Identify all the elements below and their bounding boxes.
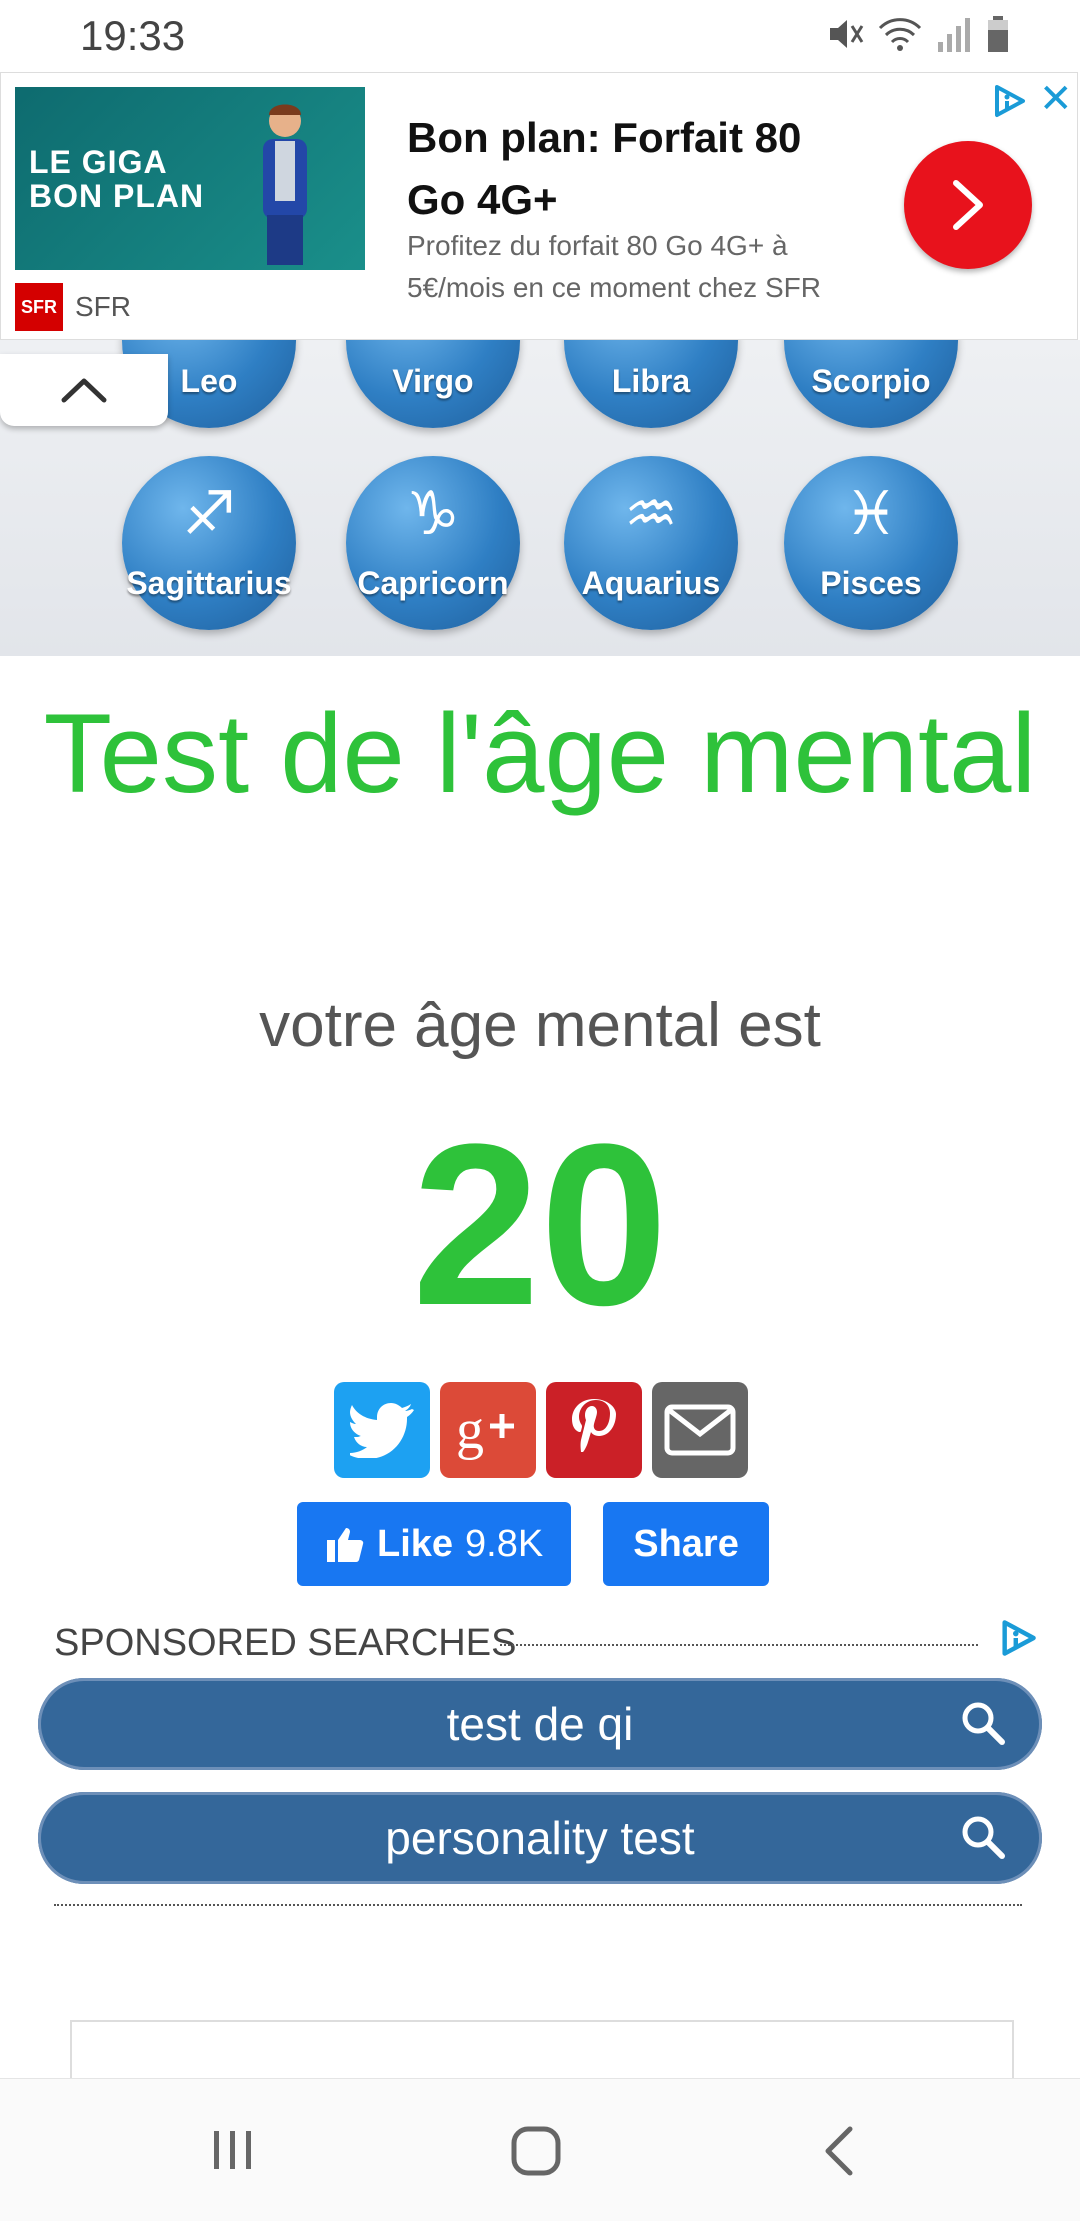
sponsored-search-label: personality test — [385, 1812, 695, 1864]
capricorn-icon: ♑ — [406, 480, 460, 547]
zodiac-label: Scorpio — [811, 363, 931, 399]
ad-banner[interactable]: LE GIGA BON PLAN SFR SFR Bon plan: Forfa… — [0, 72, 1078, 340]
google-plus-icon: g — [456, 1400, 514, 1460]
zodiac-sign-libra[interactable]: Libra — [564, 340, 738, 428]
mute-icon — [830, 20, 864, 48]
pinterest-share-button[interactable] — [546, 1382, 642, 1478]
page-title: Test de l'âge mental — [43, 691, 1037, 816]
adchoices-icon[interactable] — [998, 1618, 1038, 1658]
email-share-button[interactable] — [652, 1382, 748, 1478]
like-label: Like — [377, 1522, 454, 1565]
ad-brand-name: SFR — [75, 291, 131, 322]
ad-person-illustration — [263, 104, 307, 265]
twitter-share-button[interactable] — [334, 1382, 430, 1478]
recent-apps-icon[interactable] — [208, 2125, 258, 2175]
divider — [500, 1644, 978, 1646]
status-time: 19:33 — [80, 12, 186, 59]
zodiac-label: Aquarius — [581, 565, 721, 601]
ad-close-button[interactable]: ✕ — [1039, 79, 1073, 119]
status-icons — [824, 14, 1010, 54]
like-count: 9.8K — [465, 1522, 544, 1565]
zodiac-sign-sagittarius[interactable]: ♐ Sagittarius — [122, 456, 296, 630]
search-icon — [962, 1816, 1005, 1859]
divider — [54, 1904, 1022, 1906]
ad-image[interactable]: LE GIGA BON PLAN — [15, 87, 365, 270]
collapse-ad-button[interactable] — [0, 354, 168, 426]
result-subtitle: votre âge mental est — [259, 991, 821, 1060]
svg-text:g: g — [456, 1400, 484, 1460]
twitter-icon — [350, 1403, 414, 1458]
ad-image-text-line1: LE GIGA — [29, 144, 168, 180]
sponsored-search-button[interactable]: test de qi — [38, 1678, 1042, 1770]
chevron-up-icon — [61, 378, 107, 403]
zodiac-sign-scorpio[interactable]: Scorpio — [784, 340, 958, 428]
zodiac-label: Pisces — [820, 565, 922, 601]
zodiac-label: Virgo — [392, 363, 474, 399]
pisces-icon: ♓ — [844, 480, 898, 547]
google-plus-share-button[interactable]: g — [440, 1382, 536, 1478]
sponsored-search-button[interactable]: personality test — [38, 1792, 1042, 1884]
zodiac-label: Capricorn — [357, 565, 509, 601]
email-icon — [664, 1404, 736, 1456]
zodiac-sign-capricorn[interactable]: ♑ Capricorn — [346, 456, 520, 630]
pinterest-icon — [572, 1399, 616, 1452]
zodiac-sign-virgo[interactable]: Virgo — [346, 340, 520, 428]
thumbs-up-icon — [327, 1528, 364, 1562]
zodiac-sign-pisces[interactable]: ♓ Pisces — [784, 456, 958, 630]
adchoices-icon[interactable] — [991, 83, 1027, 119]
ad-description[interactable]: Profitez du forfait 80 Go 4G+ à 5€/mois … — [407, 225, 857, 309]
status-bar: 19:33 — [0, 0, 1080, 72]
ad-open-button[interactable] — [904, 141, 1032, 269]
sponsored-searches-heading: SPONSORED SEARCHES — [54, 1622, 517, 1664]
chevron-right-icon — [953, 180, 983, 230]
ad-image-text-line2: BON PLAN — [29, 178, 205, 214]
mental-age-value: 20 — [412, 1096, 668, 1353]
content-box — [70, 2020, 1014, 2082]
facebook-buttons: Like 9.8K Share — [297, 1502, 769, 1586]
sponsored-search-label: test de qi — [446, 1698, 634, 1750]
ad-brand: SFR SFR — [15, 283, 131, 331]
wifi-icon — [878, 18, 922, 51]
facebook-like-button[interactable]: Like 9.8K — [297, 1502, 572, 1586]
zodiac-label: Sagittarius — [126, 565, 292, 601]
share-buttons: g — [334, 1382, 748, 1478]
search-icon — [962, 1702, 1005, 1745]
sfr-logo: SFR — [15, 283, 63, 331]
back-icon[interactable] — [820, 2125, 860, 2177]
sagittarius-icon: ♐ — [182, 480, 236, 547]
zodiac-label: Libra — [611, 363, 691, 399]
battery-icon — [988, 16, 1008, 52]
signal-icon — [938, 18, 970, 52]
facebook-share-button[interactable]: Share — [603, 1502, 769, 1586]
zodiac-sign-aquarius[interactable]: ♒ Aquarius — [564, 456, 738, 630]
aquarius-icon: ♒ — [624, 480, 678, 547]
ad-title[interactable]: Bon plan: Forfait 80 Go 4G+ — [407, 107, 837, 231]
home-icon[interactable] — [510, 2125, 562, 2177]
system-navigation-bar — [0, 2078, 1080, 2221]
